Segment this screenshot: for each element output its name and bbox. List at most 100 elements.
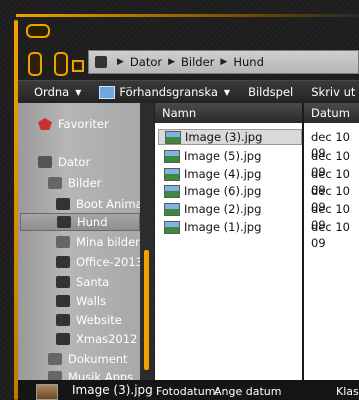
image-file-icon xyxy=(164,167,180,181)
sidebar-item-label: Website xyxy=(76,313,122,327)
details-date-label: Fotodatum: xyxy=(156,385,220,398)
column-header-name[interactable]: Namn xyxy=(162,103,196,123)
column-header-label: Datum xyxy=(311,106,350,120)
column-divider[interactable] xyxy=(302,103,304,380)
file-name: Image (6).jpg xyxy=(184,184,262,198)
sidebar-item-label: Santa xyxy=(76,275,110,289)
sidebar-item-website[interactable]: Website xyxy=(56,311,122,329)
back-button[interactable] xyxy=(28,52,42,76)
file-name: Image (3).jpg xyxy=(185,130,263,144)
breadcrumb-dator[interactable]: Dator xyxy=(130,55,162,69)
sidebar-item-label: Walls xyxy=(76,294,107,308)
file-name: Image (2).jpg xyxy=(184,202,262,216)
slideshow-label: Bildspel xyxy=(248,85,294,99)
breadcrumb-label: Hund xyxy=(233,55,264,69)
recent-locations-button[interactable] xyxy=(72,60,84,72)
image-file-icon xyxy=(164,149,180,163)
sidebar-item-hund[interactable]: Hund xyxy=(20,213,140,231)
file-date: dec 10 09 xyxy=(311,220,350,250)
navigation-row: ▶ Dator ▶ Bilder ▶ Hund xyxy=(18,48,359,78)
sidebar-item-favoriter[interactable]: Favoriter xyxy=(38,115,109,133)
sidebar-item-label: Boot Animat xyxy=(76,197,148,211)
sidebar-item-label: Office-2013- xyxy=(76,255,148,269)
forward-button[interactable] xyxy=(54,52,68,76)
file-row[interactable]: Image (5).jpg xyxy=(158,148,261,164)
sidebar-item-bilder[interactable]: Bilder xyxy=(48,174,101,192)
sidebar-item-office-2013[interactable]: Office-2013- xyxy=(56,253,147,271)
file-name: Image (1).jpg xyxy=(184,220,262,234)
file-thumbnail-icon xyxy=(36,384,58,400)
breadcrumb-label: Bilder xyxy=(181,55,215,69)
organize-button[interactable]: Ordna ▼ xyxy=(34,85,81,99)
file-row[interactable]: Image (1).jpg xyxy=(158,219,261,235)
breadcrumb-bilder[interactable]: Bilder xyxy=(181,55,214,69)
folder-icon xyxy=(57,216,71,228)
chevron-right-icon: ▶ xyxy=(168,57,176,67)
library-icon xyxy=(56,236,70,248)
organize-label: Ordna xyxy=(34,85,70,99)
favorites-star-icon xyxy=(38,118,52,130)
preview-icon xyxy=(99,85,116,99)
breadcrumb-hund[interactable]: Hund xyxy=(233,55,264,69)
file-row[interactable]: Image (2).jpg xyxy=(158,201,261,217)
details-filename: Image (3).jpg xyxy=(72,383,153,397)
print-label: Skriv ut xyxy=(311,85,356,99)
image-file-icon xyxy=(164,202,180,216)
folder-icon xyxy=(56,333,70,345)
sidebar-item-label: Dator xyxy=(58,155,91,169)
slideshow-button[interactable]: Bildspel xyxy=(248,85,293,99)
folder-icon xyxy=(56,198,70,210)
file-date: dec 10 09 xyxy=(311,149,350,179)
details-rating-label: Klass xyxy=(336,385,359,398)
print-button[interactable]: Skriv ut xyxy=(311,85,355,99)
sidebar-item-boot-animat[interactable]: Boot Animat xyxy=(56,195,147,213)
sidebar-item-mina-bilder[interactable]: Mina bilder xyxy=(56,233,140,251)
folder-icon xyxy=(56,295,70,307)
library-icon xyxy=(48,353,62,365)
navigation-pane: Favoriter Dator Bilder Boot Animat Hund … xyxy=(18,103,147,384)
computer-icon xyxy=(38,156,52,168)
file-row[interactable]: Image (6).jpg xyxy=(158,183,261,199)
file-date: dec 10 09 xyxy=(311,130,350,160)
sidebar-item-xmas2012[interactable]: Xmas2012 xyxy=(56,330,137,348)
sidebar-item-santa[interactable]: Santa xyxy=(56,273,109,291)
window-menu-button[interactable] xyxy=(26,24,50,38)
breadcrumb-label: Dator xyxy=(129,55,163,69)
file-date: dec 10 09 xyxy=(311,184,350,214)
sidebar-scroll-thumb[interactable] xyxy=(144,250,149,370)
library-icon xyxy=(48,177,62,189)
sidebar-item-walls[interactable]: Walls xyxy=(56,292,106,310)
address-bar[interactable]: ▶ Dator ▶ Bilder ▶ Hund xyxy=(88,50,359,74)
location-icon xyxy=(95,56,107,68)
image-file-icon xyxy=(164,184,180,198)
column-header-date[interactable]: Datum xyxy=(311,103,350,123)
file-date: dec 10 09 xyxy=(311,202,350,232)
sidebar-item-dator[interactable]: Dator xyxy=(38,153,90,171)
chevron-down-icon: ▼ xyxy=(223,87,231,97)
column-header-label: Namn xyxy=(162,106,197,120)
preview-button[interactable]: Förhandsgranska ▼ xyxy=(99,85,230,99)
details-pane: Image (3).jpg Fotodatum: Ange datum Klas… xyxy=(18,380,359,400)
sidebar-item-label: Hund xyxy=(77,215,108,229)
folder-icon xyxy=(56,314,70,326)
image-file-icon xyxy=(164,220,180,234)
image-file-icon xyxy=(165,130,181,144)
file-row[interactable]: Image (3).jpg xyxy=(158,129,302,145)
sidebar-item-dokument[interactable]: Dokument xyxy=(48,350,128,368)
preview-label: Förhandsgranska xyxy=(119,85,218,99)
details-date-value[interactable]: Ange datum xyxy=(214,385,281,398)
chevron-right-icon: ▶ xyxy=(117,57,124,67)
title-glow xyxy=(16,14,359,17)
sidebar-item-label: Favoriter xyxy=(58,117,109,131)
sidebar-item-label: Dokument xyxy=(68,352,128,366)
file-name: Image (4).jpg xyxy=(184,167,262,181)
sidebar-item-label: Xmas2012 xyxy=(76,332,138,346)
chevron-right-icon: ▶ xyxy=(220,57,228,67)
file-name: Image (5).jpg xyxy=(184,149,262,163)
file-date: dec 10 09 xyxy=(311,167,350,197)
file-row[interactable]: Image (4).jpg xyxy=(158,166,261,182)
sidebar-item-label: Mina bilder xyxy=(76,235,140,249)
sidebar-item-label: Bilder xyxy=(68,176,102,190)
folder-icon xyxy=(56,256,70,268)
command-toolbar: Ordna ▼ Förhandsgranska ▼ Bildspel Skriv… xyxy=(18,80,359,104)
